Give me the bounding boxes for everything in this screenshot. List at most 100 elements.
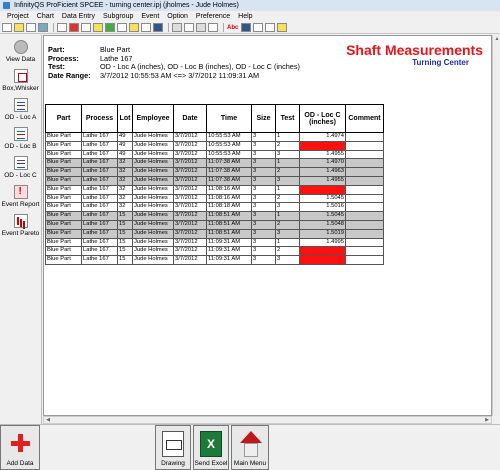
save-icon[interactable] — [26, 23, 36, 32]
chart-icon[interactable] — [57, 23, 67, 32]
table-row[interactable]: Blue Part Lathe 167 15 Jude Holmes 3/7/2012 1… — [45, 219, 384, 230]
menu-project[interactable]: Project — [3, 11, 33, 22]
sidebar-item-label: OD - Loc C — [4, 172, 37, 179]
folder-icon[interactable] — [14, 23, 24, 32]
data-icon[interactable] — [141, 23, 151, 32]
cell-comment — [345, 175, 384, 186]
add-data-button[interactable]: Add Data — [0, 425, 40, 470]
menu-data-entry[interactable]: Data Entry — [58, 11, 99, 22]
sidebar-item-event-pareto[interactable]: Event Pareto — [0, 209, 41, 238]
cell-process: Lathe 167 — [81, 158, 118, 169]
drawing-label: Drawing — [161, 460, 185, 467]
cell-date: 3/7/2012 — [173, 132, 207, 142]
cell-size: 3 — [251, 246, 276, 257]
table-row[interactable]: Blue Part Lathe 167 32 Jude Holmes 3/7/2012 1… — [45, 184, 384, 195]
vertical-scrollbar[interactable]: ▲ — [492, 35, 500, 416]
menu-event[interactable]: Event — [137, 11, 163, 22]
cell-size: 3 — [251, 149, 276, 160]
cell-test: 2 — [275, 219, 300, 230]
table-row[interactable]: Blue Part Lathe 167 49 Jude Holmes 3/7/2012 1… — [45, 149, 384, 160]
cell-test: 2 — [275, 167, 300, 177]
alarm-icon[interactable] — [69, 23, 79, 32]
sidebar-item-od-loc-a[interactable]: OD - Loc A — [0, 93, 41, 122]
cell-process: Lathe 167 — [81, 167, 118, 177]
scroll-right-icon[interactable]: ▶ — [483, 417, 491, 424]
star-icon[interactable] — [129, 23, 139, 32]
help-icon[interactable] — [277, 23, 288, 32]
cell-process: Lathe 167 — [81, 184, 118, 195]
cell-lot: 15 — [117, 211, 133, 221]
table-row[interactable]: Blue Part Lathe 167 15 Jude Holmes 3/7/2012 1… — [45, 246, 384, 257]
cell-size: 3 — [251, 228, 276, 239]
export-icon[interactable] — [208, 23, 218, 32]
cell-comment — [345, 219, 384, 230]
sidebar-item-box-whisker[interactable]: Box,Whisker — [0, 64, 41, 93]
cell-process: Lathe 167 — [81, 175, 118, 186]
cell-part: Blue Part — [45, 140, 82, 151]
grid-icon[interactable] — [105, 23, 115, 32]
table-row[interactable]: Blue Part Lathe 167 15 Jude Holmes 3/7/2012 1… — [45, 228, 384, 239]
table-row[interactable]: Blue Part Lathe 167 15 Jude Holmes 3/7/2012 1… — [45, 211, 384, 221]
sidebar-item-event-report[interactable]: Event Report — [0, 180, 41, 209]
window-title: InfinityQS ProFicient SPCEE - turning ce… — [14, 2, 239, 9]
cell-size: 3 — [251, 255, 276, 265]
sidebar-item-view-data[interactable]: View Data — [0, 35, 41, 64]
table-row[interactable]: Blue Part Lathe 167 32 Jude Holmes 3/7/2012 1… — [45, 202, 384, 213]
menu-option[interactable]: Option — [163, 11, 192, 22]
cell-test: 2 — [275, 140, 300, 151]
spell-check-icon[interactable]: Abc — [227, 25, 238, 31]
window-icon[interactable] — [265, 23, 276, 32]
report-icon[interactable] — [196, 23, 206, 32]
open-icon[interactable] — [2, 23, 12, 32]
send-excel-button[interactable]: Send Excel — [193, 425, 229, 470]
sidebar-item-od-loc-b[interactable]: OD - Loc B — [0, 122, 41, 151]
cell-test: 2 — [275, 246, 300, 257]
cell-test: 1 — [275, 237, 300, 248]
drawing-button[interactable]: Drawing — [155, 425, 191, 470]
cell-test: 3 — [275, 228, 300, 239]
cell-part: Blue Part — [45, 149, 82, 160]
sidebar-item-label: Event Report — [1, 201, 40, 208]
app-icon — [3, 2, 10, 9]
cell-date: 3/7/2012 — [173, 211, 207, 221]
table-row[interactable]: Blue Part Lathe 167 49 Jude Holmes 3/7/2012 1… — [45, 132, 384, 142]
cell-time: 11:08:51 AM — [206, 219, 252, 230]
menu-preference[interactable]: Preference — [192, 11, 234, 22]
cell-employee: Jude Holmes — [132, 167, 174, 177]
menu-help[interactable]: Help — [234, 11, 256, 22]
horizontal-scrollbar[interactable]: ◀ ▶ — [43, 416, 492, 424]
send-excel-label: Send Excel — [194, 460, 228, 467]
print-icon[interactable] — [38, 23, 48, 32]
col-lot: Lot — [117, 104, 133, 133]
cell-employee: Jude Holmes — [132, 246, 174, 257]
cell-size: 3 — [251, 237, 276, 248]
col-test: Test — [275, 104, 300, 133]
calculator-icon[interactable] — [184, 23, 194, 32]
menu-subgroup[interactable]: Subgroup — [99, 11, 137, 22]
menu-chart[interactable]: Chart — [33, 11, 58, 22]
cell-process: Lathe 167 — [81, 246, 118, 257]
filter-icon[interactable] — [93, 23, 103, 32]
scroll-left-icon[interactable]: ◀ — [44, 417, 52, 424]
scroll-up-icon[interactable]: ▲ — [493, 35, 500, 43]
main-menu-button[interactable]: Main Menu — [231, 425, 269, 470]
cell-time: 11:09:31 AM — [206, 246, 252, 257]
cell-od-loc-c: 1.5048 — [299, 219, 346, 230]
table-row[interactable]: Blue Part Lathe 167 32 Jude Holmes 3/7/2012 1… — [45, 158, 384, 169]
table-row[interactable]: Blue Part Lathe 167 32 Jude Holmes 3/7/2012 1… — [45, 167, 384, 177]
settings-icon[interactable] — [253, 23, 264, 32]
page-icon[interactable] — [172, 23, 182, 32]
table-row[interactable]: Blue Part Lathe 167 32 Jude Holmes 3/7/2012 1… — [45, 175, 384, 186]
cell-part: Blue Part — [45, 202, 82, 213]
keyboard-icon[interactable] — [241, 23, 252, 32]
cell-time: 11:08:16 AM — [206, 193, 252, 204]
cell-size: 3 — [251, 193, 276, 204]
histogram-icon[interactable] — [81, 23, 91, 32]
table-row[interactable]: Blue Part Lathe 167 49 Jude Holmes 3/7/2012 1… — [45, 140, 384, 151]
dashboard-icon[interactable] — [153, 23, 163, 32]
table-row[interactable]: Blue Part Lathe 167 15 Jude Holmes 3/7/2012 1… — [45, 255, 384, 265]
sidebar-item-od-loc-c[interactable]: OD - Loc C — [0, 151, 41, 180]
table-row[interactable]: Blue Part Lathe 167 32 Jude Holmes 3/7/2012 1… — [45, 193, 384, 204]
table-icon[interactable] — [117, 23, 127, 32]
table-row[interactable]: Blue Part Lathe 167 15 Jude Holmes 3/7/2012 1… — [45, 237, 384, 248]
